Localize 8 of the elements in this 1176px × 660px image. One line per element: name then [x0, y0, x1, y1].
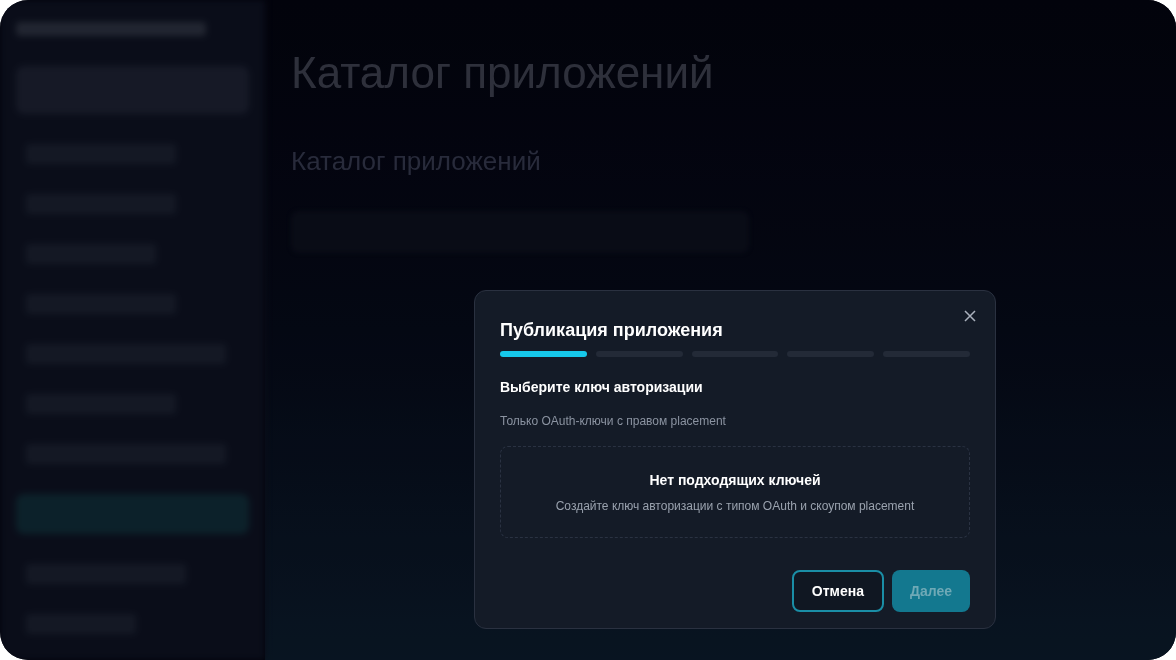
hint-text: Только OAuth-ключи с правом placement	[500, 413, 727, 430]
close-button[interactable]	[963, 309, 977, 323]
cancel-button[interactable]: Отмена	[791, 570, 884, 612]
dialog-title: Публикация приложения	[500, 319, 724, 341]
empty-state-title: Нет подходящих ключей	[649, 470, 821, 490]
empty-state-text: Создайте ключ авторизации с типом OAuth и скоупом placement	[555, 497, 915, 515]
step-heading: Выберите ключ авторизации	[500, 378, 704, 397]
close-icon	[963, 309, 977, 323]
